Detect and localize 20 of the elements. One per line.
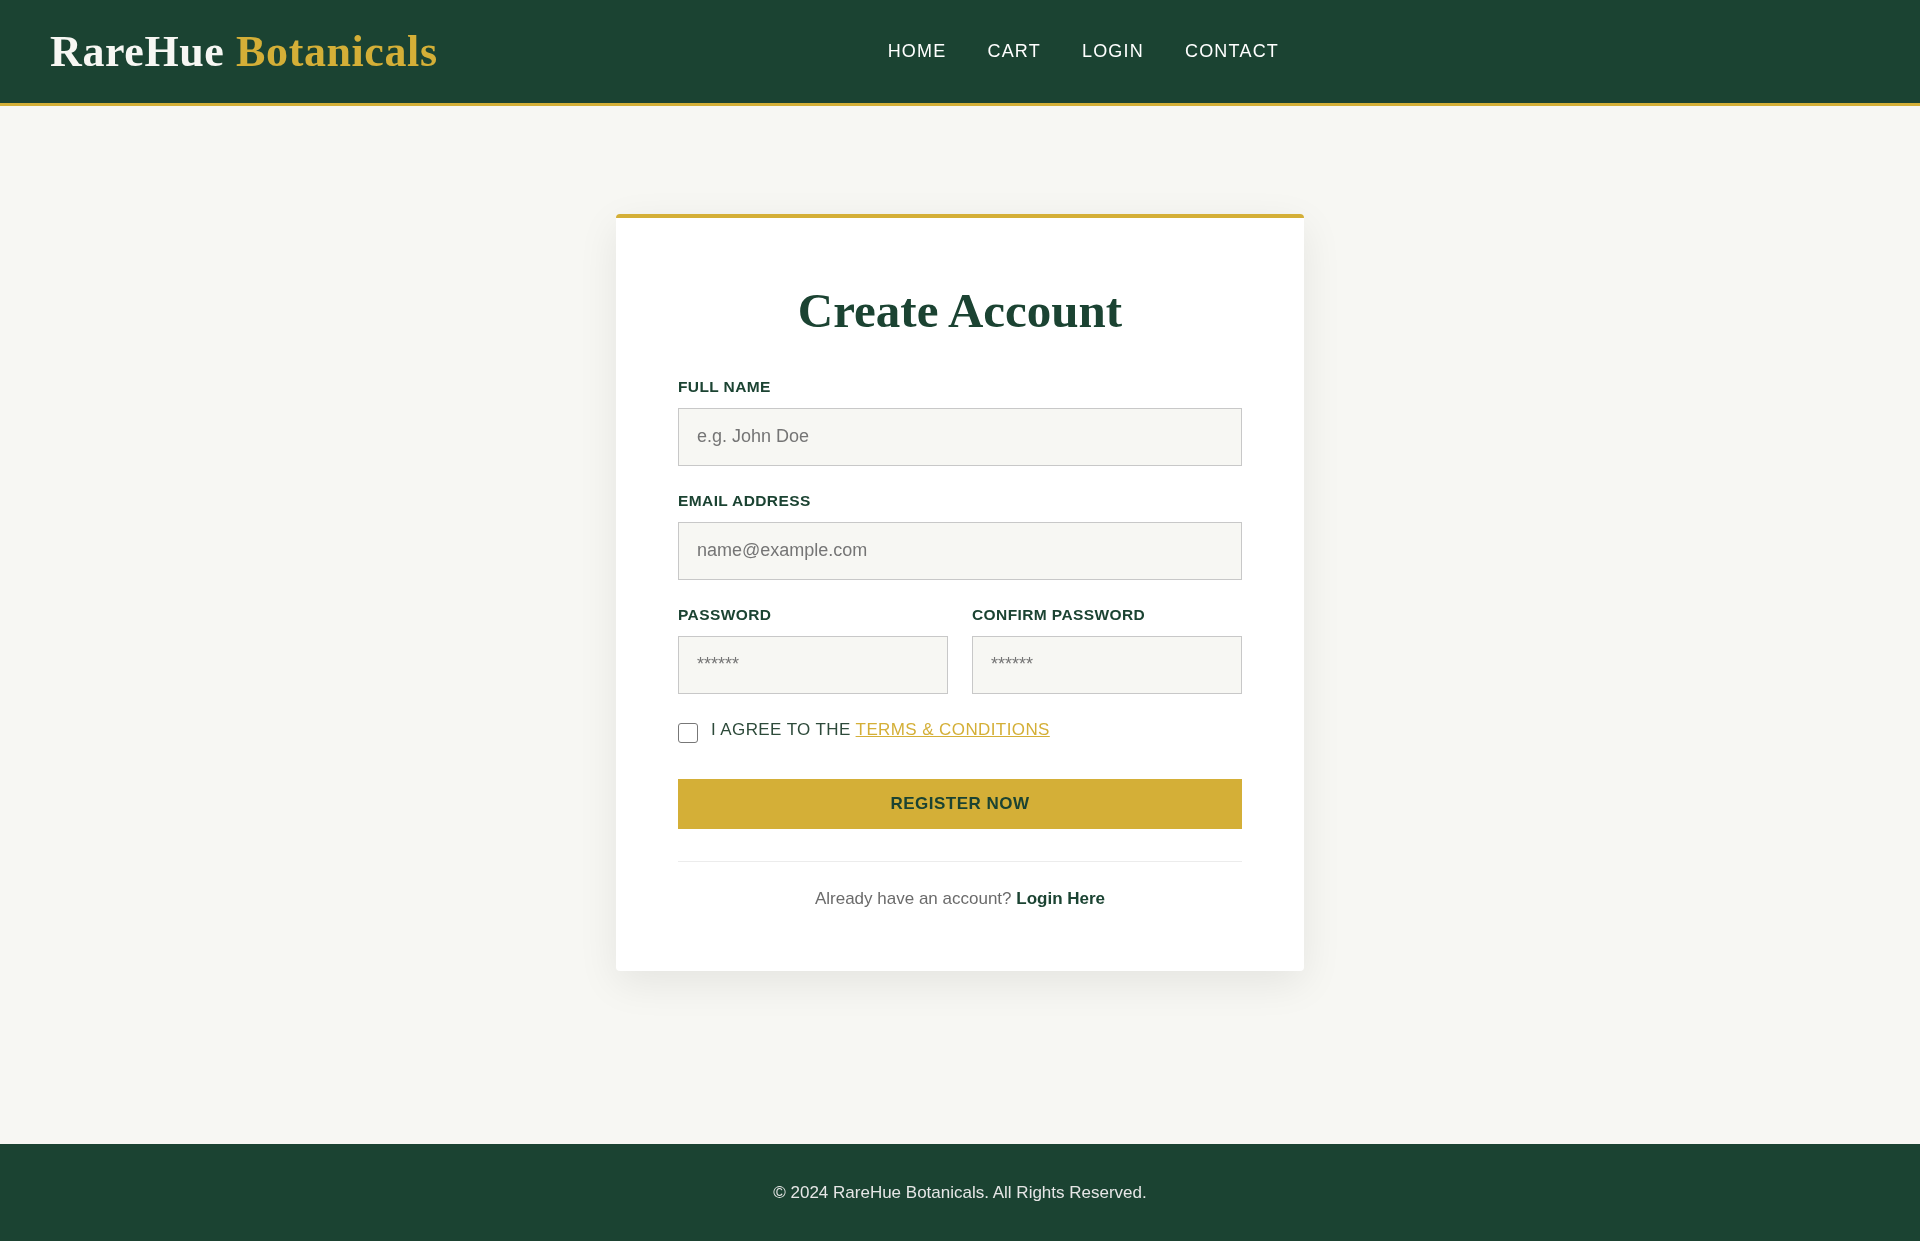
nav-link[interactable]: CONTACT bbox=[1184, 38, 1280, 65]
register-button[interactable]: REGISTER NOW bbox=[678, 778, 1242, 829]
input-field[interactable]: name@example.com bbox=[678, 521, 1242, 580]
login-link[interactable]: Login Here bbox=[1016, 888, 1106, 908]
input-field[interactable]: e.g. John Doe bbox=[678, 407, 1242, 466]
nav-link[interactable]: HOME bbox=[887, 38, 947, 65]
input-field[interactable]: ****** bbox=[972, 635, 1242, 694]
field-label: CONFIRM PASSWORD bbox=[972, 605, 1147, 624]
agreement-text: I AGREE TO THE TERMS & CONDITIONS bbox=[711, 719, 1050, 740]
logo[interactable]: RareHue Botanicals bbox=[50, 29, 438, 74]
field-label: EMAIL ADDRESS bbox=[678, 491, 812, 510]
nav-link[interactable]: CART bbox=[987, 38, 1041, 65]
input-field[interactable]: ****** bbox=[678, 635, 948, 694]
form-title: Create Account bbox=[796, 282, 1124, 340]
login-prompt: Already have an account? Login Here bbox=[813, 888, 1107, 909]
nav-link[interactable]: LOGIN bbox=[1081, 38, 1144, 65]
field-label: FULL NAME bbox=[678, 377, 772, 396]
copyright-text: © 2024 RareHue Botanicals. All Rights Reserved. bbox=[773, 1181, 1147, 1204]
checkbox[interactable] bbox=[678, 722, 698, 743]
field-label: PASSWORD bbox=[678, 605, 773, 624]
